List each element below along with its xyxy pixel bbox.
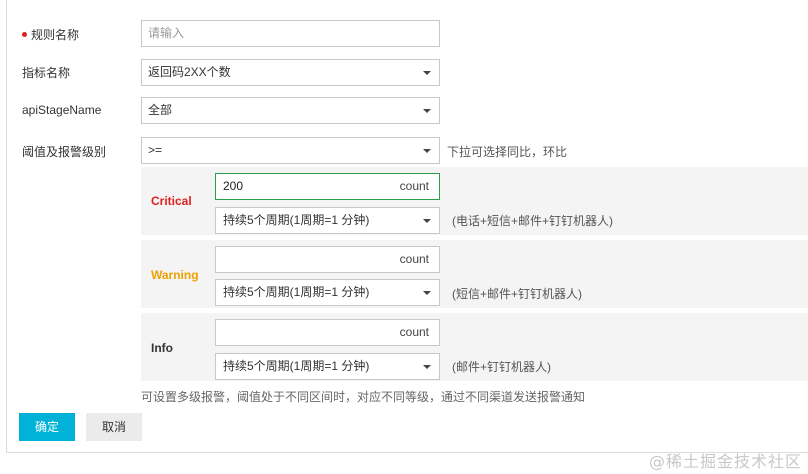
- confirm-button[interactable]: 确定: [19, 413, 75, 441]
- critical-count-value: 200: [223, 179, 244, 193]
- threshold-label: 阈值及报警级别: [22, 145, 107, 159]
- level-name-warning: Warning: [151, 268, 199, 282]
- watermark: @稀土掘金技术社区: [648, 452, 802, 471]
- critical-duration-value: 持续5个周期(1周期=1 分钟): [223, 213, 370, 227]
- info-channels: (邮件+钉钉机器人): [452, 360, 552, 374]
- warning-channels: (短信+邮件+钉钉机器人): [452, 287, 583, 301]
- info-duration-value: 持续5个周期(1周期=1 分钟): [223, 359, 370, 373]
- warning-duration-value: 持续5个周期(1周期=1 分钟): [223, 285, 370, 299]
- level-warning-panel: Warning count 持续5个周期(1周期=1 分钟) (短信+邮件+钉钉…: [141, 240, 808, 308]
- levels-footnote: 可设置多级报警，阈值处于不同区间时，对应不同等级，通过不同渠道发送报警通知: [141, 390, 586, 404]
- chevron-down-icon: [423, 149, 431, 153]
- api-stage-select[interactable]: 全部: [141, 97, 440, 124]
- chevron-down-icon: [423, 291, 431, 295]
- level-name-critical: Critical: [151, 194, 192, 208]
- metric-name-value: 返回码2XX个数: [148, 65, 231, 79]
- metric-name-select[interactable]: 返回码2XX个数: [141, 59, 440, 86]
- chevron-down-icon: [423, 365, 431, 369]
- info-duration-select[interactable]: 持续5个周期(1周期=1 分钟): [215, 353, 440, 380]
- cancel-button[interactable]: 取消: [86, 413, 142, 441]
- level-info-panel: Info count 持续5个周期(1周期=1 分钟) (邮件+钉钉机器人): [141, 313, 808, 381]
- threshold-hint: 下拉可选择同比，环比: [447, 145, 568, 159]
- rule-name-label: 规则名称: [22, 26, 79, 43]
- chevron-down-icon: [423, 71, 431, 75]
- level-name-info: Info: [151, 341, 173, 355]
- critical-duration-select[interactable]: 持续5个周期(1周期=1 分钟): [215, 207, 440, 234]
- threshold-operator-select[interactable]: >=: [141, 137, 440, 164]
- warning-count-input[interactable]: count: [215, 246, 440, 273]
- info-count-input[interactable]: count: [215, 319, 440, 346]
- threshold-operator-value: >=: [148, 143, 163, 157]
- critical-count-input[interactable]: 200 count: [215, 173, 440, 200]
- level-critical-panel: Critical 200 count 持续5个周期(1周期=1 分钟) (电话+…: [141, 167, 808, 235]
- api-stage-value: 全部: [148, 103, 173, 117]
- required-indicator: [22, 32, 27, 38]
- count-unit: count: [399, 325, 429, 339]
- critical-channels: (电话+短信+邮件+钉钉机器人): [452, 214, 614, 228]
- rule-name-input[interactable]: 请输入: [141, 20, 440, 47]
- api-stage-label: apiStageName: [22, 103, 102, 117]
- count-unit: count: [399, 179, 429, 193]
- metric-name-label: 指标名称: [22, 66, 71, 80]
- warning-duration-select[interactable]: 持续5个周期(1周期=1 分钟): [215, 279, 440, 306]
- chevron-down-icon: [423, 109, 431, 113]
- count-unit: count: [399, 252, 429, 266]
- chevron-down-icon: [423, 219, 431, 223]
